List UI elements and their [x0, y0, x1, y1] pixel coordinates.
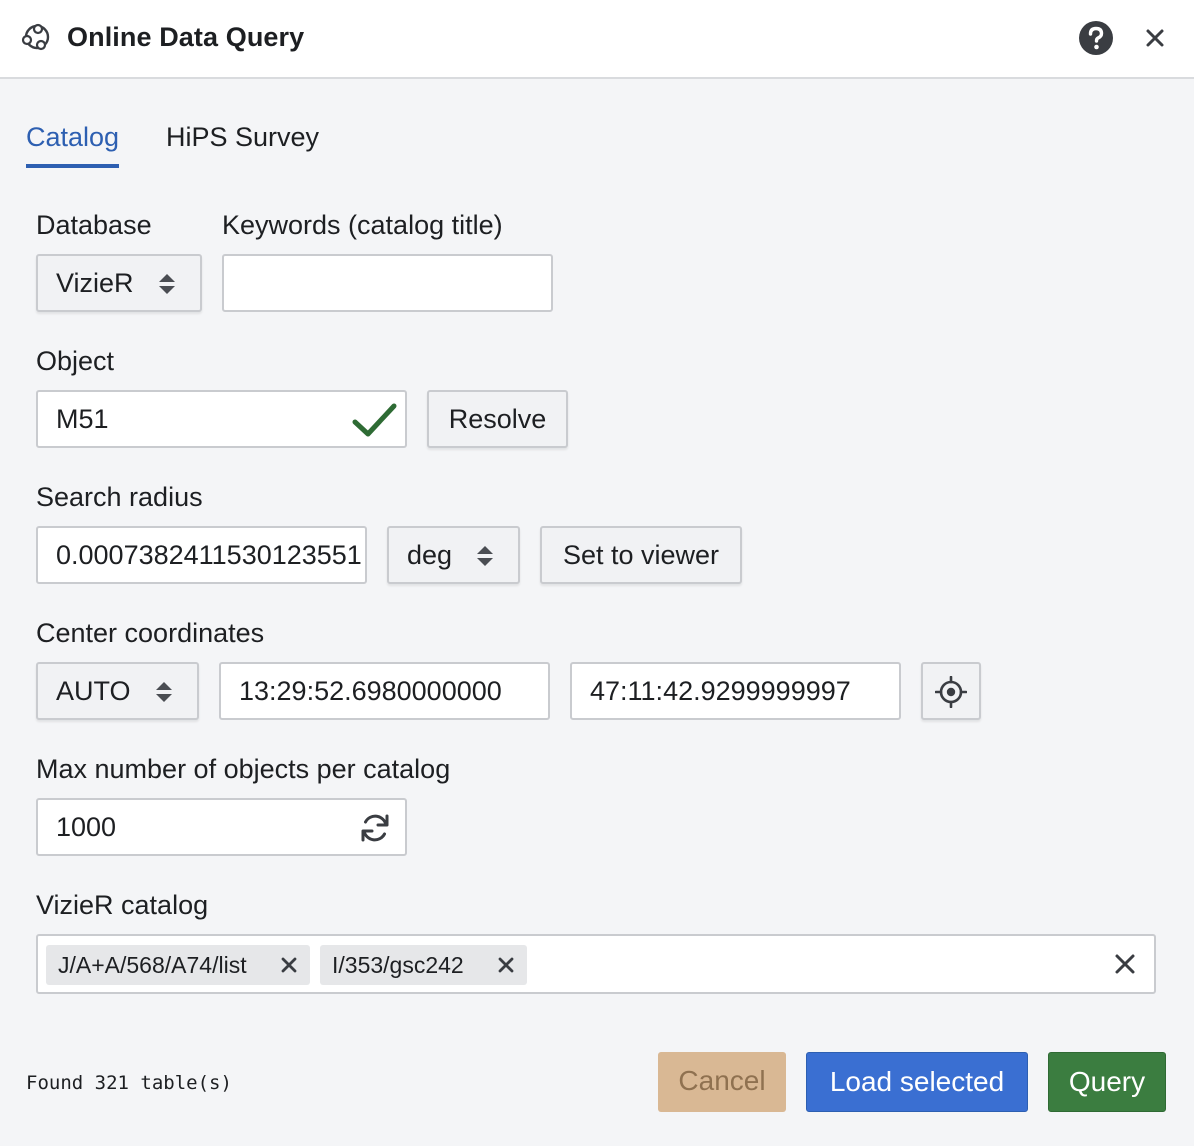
- clear-all-icon[interactable]: [1114, 953, 1136, 975]
- catalog-multiselect[interactable]: J/A+A/568/A74/list I/353/gsc242: [36, 934, 1156, 994]
- reset-sync-icon[interactable]: [359, 812, 391, 844]
- object-input[interactable]: M51: [36, 390, 407, 448]
- max-objects-label: Max number of objects per catalog: [36, 754, 451, 784]
- catalog-chip-label: J/A+A/568/A74/list: [58, 952, 247, 978]
- load-selected-button[interactable]: Load selected: [806, 1052, 1028, 1112]
- cancel-button[interactable]: Cancel: [658, 1052, 786, 1112]
- online-data-query-dialog: Online Data Query Catalog HiPS Survey Da…: [0, 0, 1194, 1146]
- database-select[interactable]: VizieR: [36, 254, 202, 312]
- ra-input[interactable]: 13:29:52.6980000000: [219, 662, 550, 720]
- max-objects-value: 1000: [56, 812, 117, 842]
- set-to-viewer-button[interactable]: Set to viewer: [540, 526, 742, 584]
- tab-hips-survey-label: HiPS Survey: [166, 122, 320, 152]
- dialog-title: Online Data Query: [67, 22, 305, 52]
- crosshair-icon: [935, 676, 967, 708]
- max-objects-input[interactable]: 1000: [36, 798, 407, 856]
- database-select-value: VizieR: [56, 268, 134, 298]
- radius-unit-value: deg: [407, 540, 453, 570]
- help-icon[interactable]: [1078, 20, 1114, 56]
- catalog-chip: I/353/gsc242: [320, 945, 527, 985]
- astronomy-query-icon: [21, 23, 50, 51]
- coordinate-frame-value: AUTO: [56, 676, 131, 706]
- active-tab-indicator: [26, 164, 120, 168]
- catalog-chip-label: I/353/gsc242: [332, 952, 464, 978]
- tab-catalog-label: Catalog: [26, 122, 120, 152]
- select-arrows-icon: [159, 274, 175, 294]
- center-coordinates-label: Center coordinates: [36, 618, 265, 648]
- pick-center-button[interactable]: [921, 662, 981, 720]
- database-label: Database: [36, 210, 152, 240]
- radius-unit-select[interactable]: deg: [387, 526, 520, 584]
- vizier-catalog-label: VizieR catalog: [36, 890, 209, 920]
- check-icon: [352, 403, 397, 437]
- tab-catalog[interactable]: Catalog: [26, 122, 120, 168]
- status-text: Found 321 table(s): [26, 1072, 232, 1094]
- search-radius-label: Search radius: [36, 482, 203, 512]
- remove-chip-icon[interactable]: [497, 956, 515, 974]
- dec-input[interactable]: 47:11:42.9299999997: [570, 662, 901, 720]
- query-button[interactable]: Query: [1048, 1052, 1166, 1112]
- search-radius-input[interactable]: 0.0007382411530123551: [36, 526, 367, 584]
- object-label: Object: [36, 346, 115, 376]
- tab-hips-survey[interactable]: HiPS Survey: [166, 122, 319, 153]
- catalog-chip: J/A+A/568/A74/list: [46, 945, 310, 985]
- title-bar: Online Data Query: [0, 0, 1194, 79]
- coordinate-frame-select[interactable]: AUTO: [36, 662, 199, 720]
- keywords-label: Keywords (catalog title): [222, 210, 503, 240]
- keywords-input[interactable]: [222, 254, 553, 312]
- select-arrows-icon: [156, 682, 172, 702]
- select-arrows-icon: [477, 546, 493, 566]
- remove-chip-icon[interactable]: [280, 956, 298, 974]
- resolve-button[interactable]: Resolve: [427, 390, 568, 448]
- close-icon[interactable]: [1143, 26, 1167, 50]
- object-input-value: M51: [56, 404, 109, 434]
